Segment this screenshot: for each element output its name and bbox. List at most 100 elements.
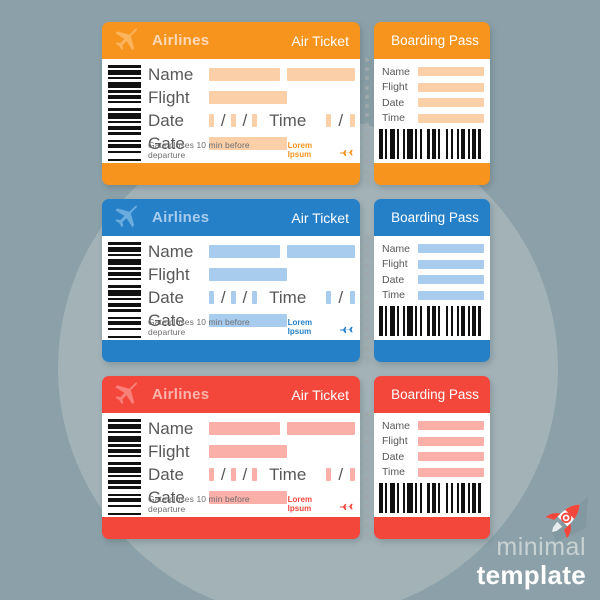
perforation-dots	[364, 412, 370, 536]
ticket-body: Name Flight Date / / Time / Gate Gate closes 10 …	[102, 236, 360, 340]
time-value-bar-1[interactable]	[326, 468, 332, 481]
date-value-bar-3[interactable]	[252, 114, 258, 127]
time-value-bar-1[interactable]	[326, 291, 332, 304]
stub-footer	[374, 340, 490, 362]
ticket-body: Name Flight Date / / Time / Gate Gate closes 10 …	[102, 413, 360, 517]
stub-label-time: Time	[382, 112, 405, 125]
field-row-name: Name	[148, 240, 355, 263]
ticket-body: Name Flight Date / / Time / Gate Gate closes 10 …	[102, 59, 360, 163]
stub-value-bar-flight[interactable]	[418, 82, 484, 92]
stub-row: Date	[382, 449, 484, 465]
lorem-ipsum-link[interactable]: Lorem Ipsum	[288, 318, 354, 336]
flight-value-bar[interactable]	[209, 91, 287, 104]
stub-row: Flight	[382, 434, 484, 450]
boarding-pass-title: Boarding Pass	[391, 210, 479, 225]
field-label-time: Time	[269, 110, 307, 130]
stub-body: NameFlightDateTimeGate	[374, 413, 490, 517]
lorem-ipsum-label: Lorem Ipsum	[287, 495, 313, 513]
lorem-ipsum-link[interactable]: Lorem Ipsum	[288, 141, 354, 159]
flight-value-bar[interactable]	[209, 445, 287, 458]
date-separator-1: /	[220, 464, 226, 484]
ticket-notes: Gate closes 10 min before departure Lorem…	[148, 140, 354, 160]
field-row-date-time: Date / / Time /	[148, 286, 356, 309]
stub-value-bar-time[interactable]	[418, 290, 484, 300]
name-value-bar-1[interactable]	[209, 245, 280, 258]
field-row-flight: Flight	[148, 440, 355, 463]
time-separator: /	[338, 464, 344, 484]
boarding-pass-stub[interactable]: Boarding PassNameFlightDateTimeGate	[374, 22, 490, 185]
stub-value-bar-flight[interactable]	[418, 259, 484, 269]
field-label-name: Name	[148, 241, 194, 261]
horizontal-barcode	[379, 129, 486, 159]
field-label-time: Time	[269, 464, 307, 484]
stub-value-bar-date[interactable]	[418, 275, 484, 285]
stub-label-date: Date	[382, 450, 405, 463]
stub-row: Name	[382, 418, 484, 434]
stub-label-name: Name	[382, 65, 411, 78]
lorem-ipsum-link[interactable]: Lorem Ipsum	[288, 495, 354, 513]
date-value-bar-2[interactable]	[230, 114, 236, 127]
field-row-date-time: Date / / Time /	[148, 109, 356, 132]
name-value-bar-2[interactable]	[286, 245, 355, 258]
airplane-small-icon	[340, 499, 354, 510]
name-value-bar-1[interactable]	[209, 68, 280, 81]
date-value-bar-1[interactable]	[209, 468, 214, 481]
air-ticket-card[interactable]: Airlines Air Ticket Name Flight Date / / Time / G…	[102, 376, 360, 539]
stub-label-flight: Flight	[382, 258, 408, 271]
stub-value-bar-time[interactable]	[418, 113, 484, 123]
date-separator-1: /	[220, 287, 226, 307]
airplane-icon	[112, 382, 140, 406]
ticket-orange: Airlines Air Ticket Name Flight Date / / Time / G…	[102, 22, 490, 185]
date-separator-1: /	[220, 110, 226, 130]
stub-value-bar-name[interactable]	[418, 67, 484, 77]
gate-closing-note: Gate closes 10 min before departure	[148, 317, 250, 337]
ticket-notes: Gate closes 10 min before departure Lorem…	[148, 494, 354, 514]
stub-value-bar-date[interactable]	[418, 98, 484, 108]
name-value-bar-2[interactable]	[286, 422, 355, 435]
time-value-bar-1[interactable]	[326, 114, 332, 127]
stub-value-bar-name[interactable]	[418, 421, 484, 431]
stub-value-bar-flight[interactable]	[418, 436, 484, 446]
air-ticket-title: Air Ticket	[291, 32, 349, 49]
field-label-name: Name	[148, 418, 194, 438]
stub-value-bar-name[interactable]	[418, 244, 484, 254]
perforation-dots	[364, 235, 370, 359]
vertical-barcode	[108, 242, 141, 340]
boarding-pass-stub[interactable]: Boarding PassNameFlightDateTimeGate	[374, 376, 490, 539]
stub-row: Time	[382, 288, 484, 304]
stub-footer	[374, 517, 490, 539]
date-value-bar-1[interactable]	[209, 291, 214, 304]
date-value-bar-2[interactable]	[230, 468, 236, 481]
date-value-bar-3[interactable]	[252, 291, 258, 304]
time-value-bar-2[interactable]	[350, 468, 356, 481]
time-value-bar-2[interactable]	[350, 114, 356, 127]
air-ticket-card[interactable]: Airlines Air Ticket Name Flight Date / / Time / G…	[102, 199, 360, 362]
ticket-notes: Gate closes 10 min before departure Lorem…	[148, 317, 354, 337]
ticket-blue: Airlines Air Ticket Name Flight Date / / Time / G…	[102, 199, 490, 362]
flight-value-bar[interactable]	[209, 268, 287, 281]
time-value-bar-2[interactable]	[350, 291, 356, 304]
date-value-bar-1[interactable]	[209, 114, 214, 127]
field-label-date: Date	[148, 464, 184, 484]
stub-row: Name	[382, 241, 484, 257]
stub-row: Flight	[382, 80, 484, 96]
name-value-bar-1[interactable]	[209, 422, 280, 435]
date-value-bar-3[interactable]	[252, 468, 258, 481]
boarding-pass-stub[interactable]: Boarding Pass NameFlightDateTimeGate	[374, 199, 490, 362]
stub-value-bar-date[interactable]	[418, 452, 484, 462]
rocket-icon	[545, 496, 588, 542]
brand-line-2: template	[476, 560, 586, 590]
date-value-bar-2[interactable]	[230, 291, 236, 304]
lorem-ipsum-label: Lorem Ipsum	[287, 141, 313, 159]
airlines-title: Airlines	[152, 209, 210, 226]
name-value-bar-2[interactable]	[286, 68, 355, 81]
stub-row: Flight	[382, 257, 484, 273]
ticket-red: Airlines Air Ticket Name Flight Date / / Time / G…	[102, 376, 490, 539]
stub-row: Name	[382, 64, 484, 80]
air-ticket-card[interactable]: Airlines Air Ticket Name Flight Date / / Time / G…	[102, 22, 360, 185]
field-row-flight: Flight	[148, 86, 355, 109]
stub-value-bar-time[interactable]	[418, 467, 484, 477]
stub-label-flight: Flight	[382, 435, 408, 448]
stub-label-flight: Flight	[382, 81, 408, 94]
stub-body: NameFlightDateTimeGate	[374, 236, 490, 340]
